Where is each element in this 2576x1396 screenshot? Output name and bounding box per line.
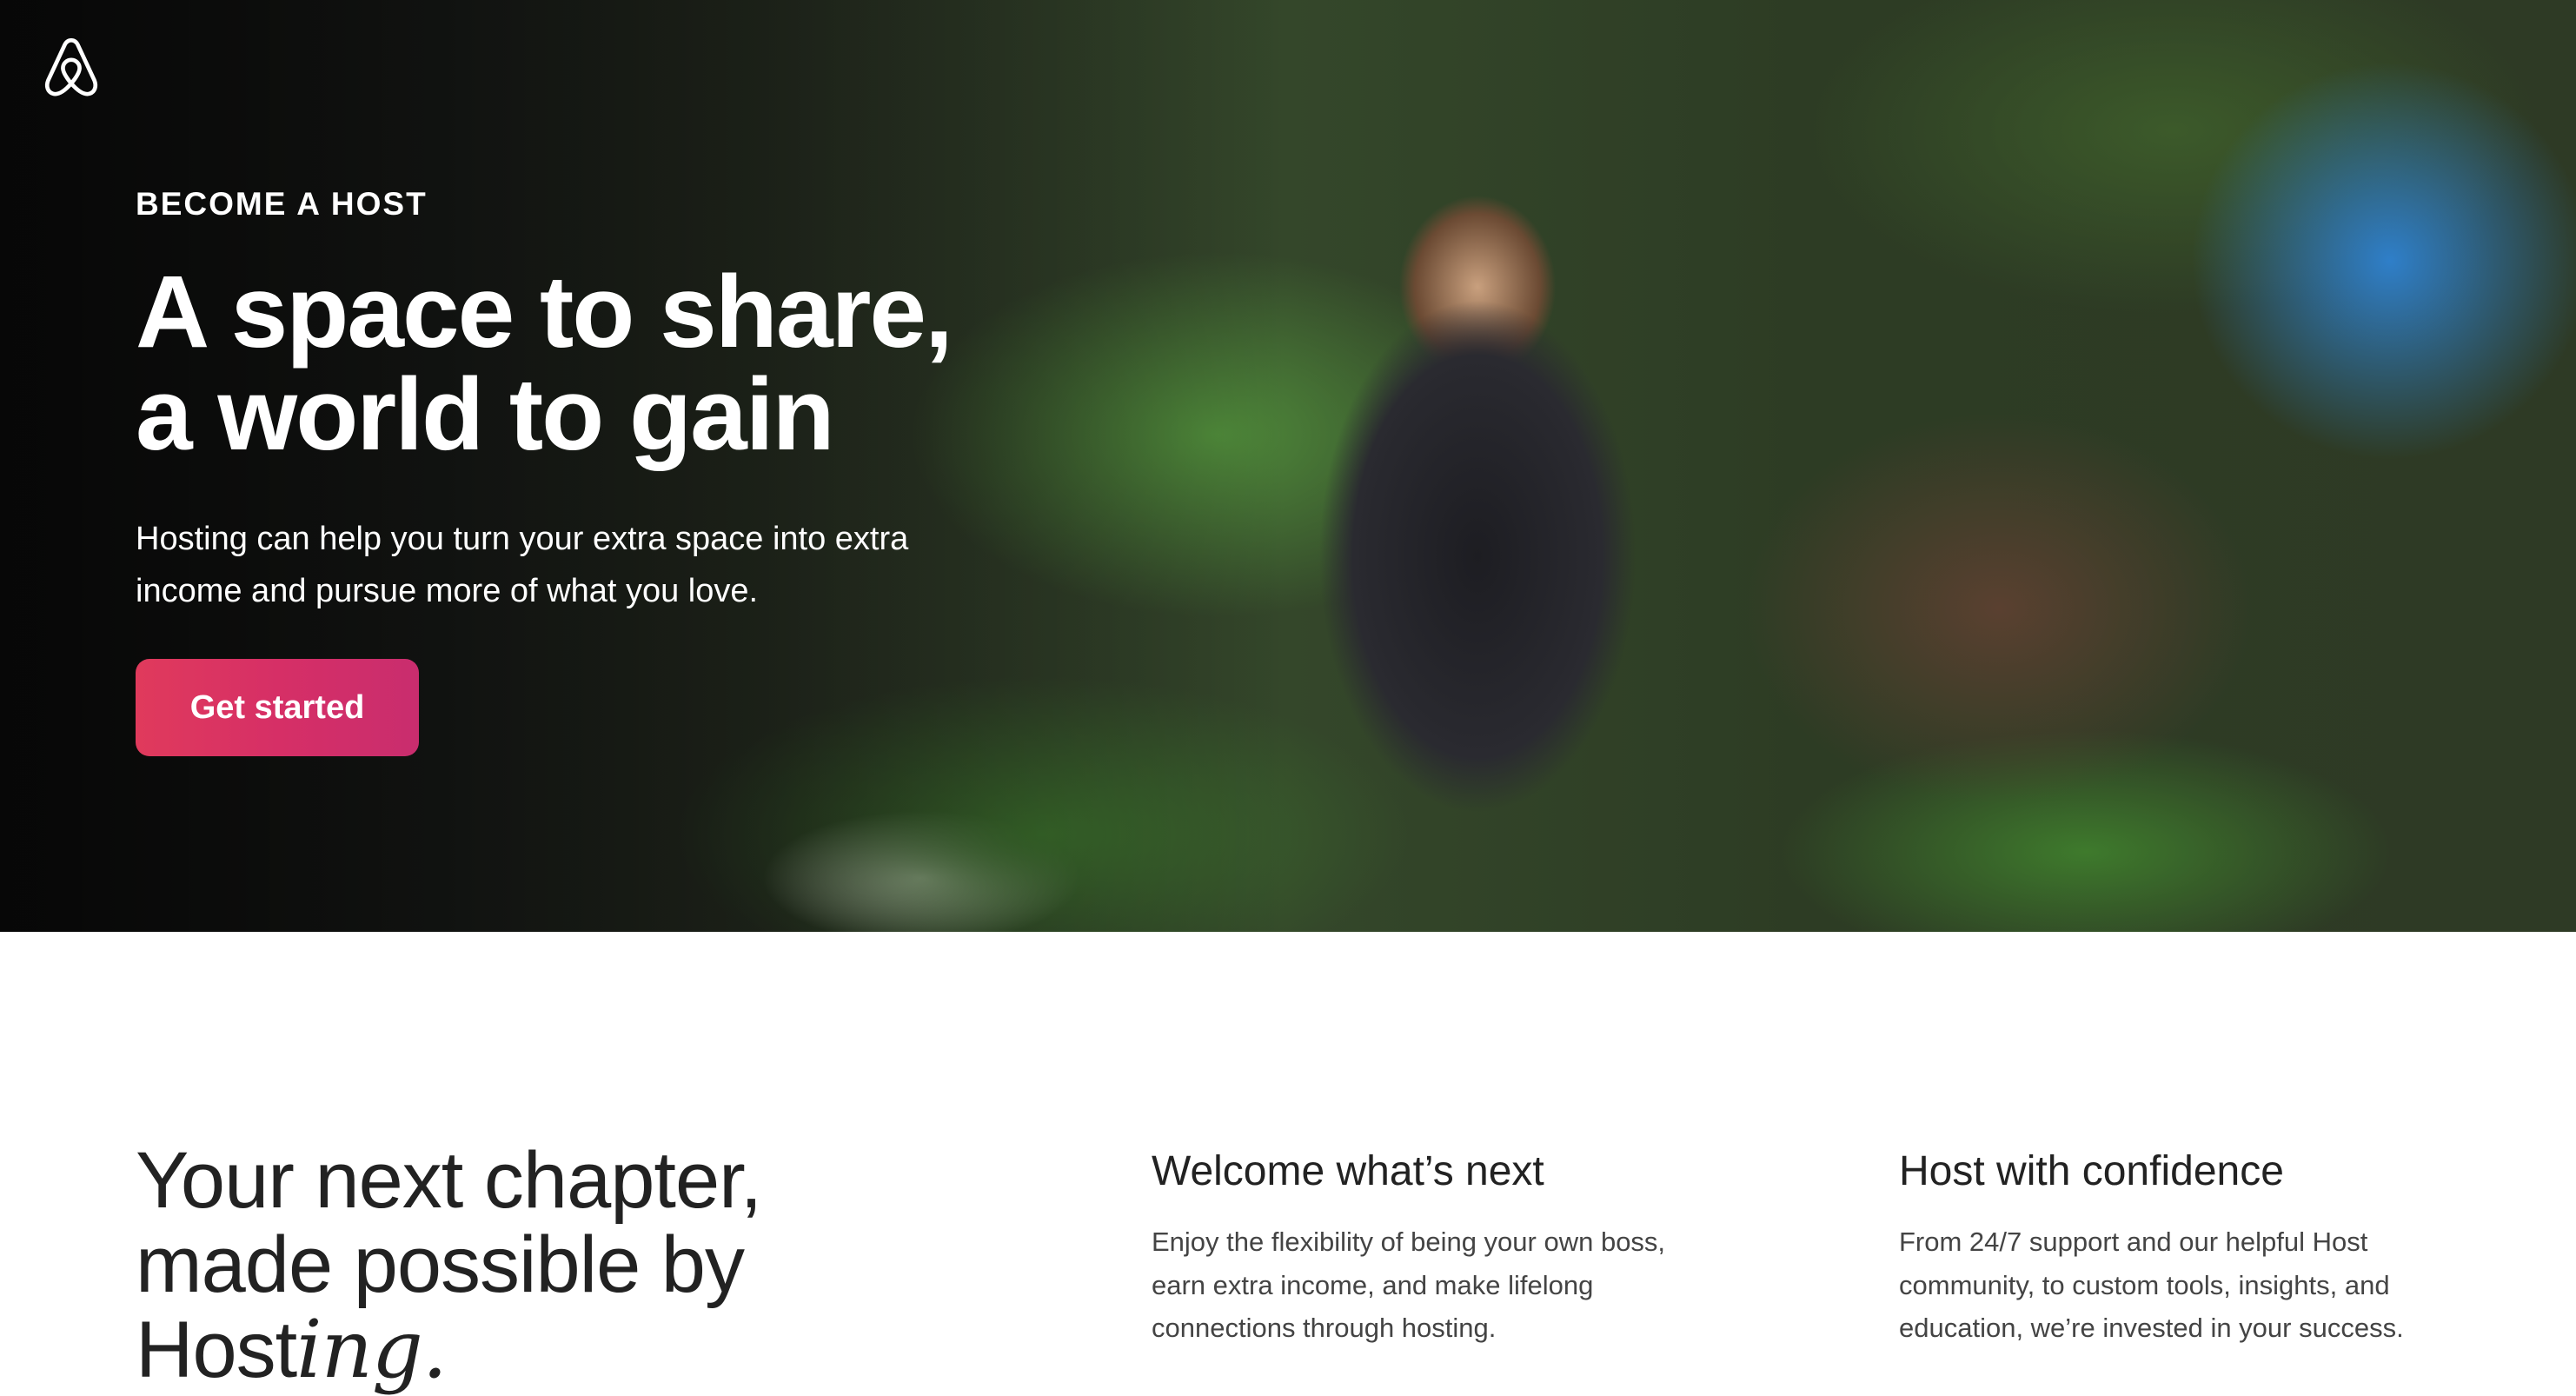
intro-title-line3: Host (136, 1306, 297, 1394)
feature-title: Host with confidence (1899, 1148, 2284, 1194)
feature-confidence: Host with confidence From 24/7 support a… (1899, 1146, 2455, 1350)
hero-headline: A space to share, a world to gain (136, 261, 953, 466)
hero-headline-line1: A space to share, (136, 255, 953, 369)
hero-eyebrow: BECOME A HOST (136, 186, 428, 222)
feature-body: Enjoy the flexibility of being your own … (1152, 1226, 1666, 1343)
feature-body: From 24/7 support and our helpful Host c… (1899, 1226, 2404, 1343)
hero-section: BECOME A HOST A space to share, a world … (0, 0, 2576, 932)
hero-headline-line2: a world to gain (136, 357, 835, 472)
hero-subtitle: Hosting can help you turn your extra spa… (136, 521, 909, 609)
intro-title-line2: made possible by (136, 1220, 745, 1309)
feature-title: Welcome what’s next (1152, 1148, 1544, 1194)
get-started-button[interactable]: Get started (136, 659, 419, 756)
intro-title-italic: ing. (296, 1303, 448, 1396)
feature-welcome: Welcome what’s next Enjoy the flexibilit… (1152, 1146, 1708, 1350)
intro-title-line1: Your next chapter, (136, 1136, 762, 1225)
intro-title: Your next chapter, made possible by Host… (136, 1136, 762, 1396)
airbnb-logo-icon[interactable] (42, 37, 101, 101)
